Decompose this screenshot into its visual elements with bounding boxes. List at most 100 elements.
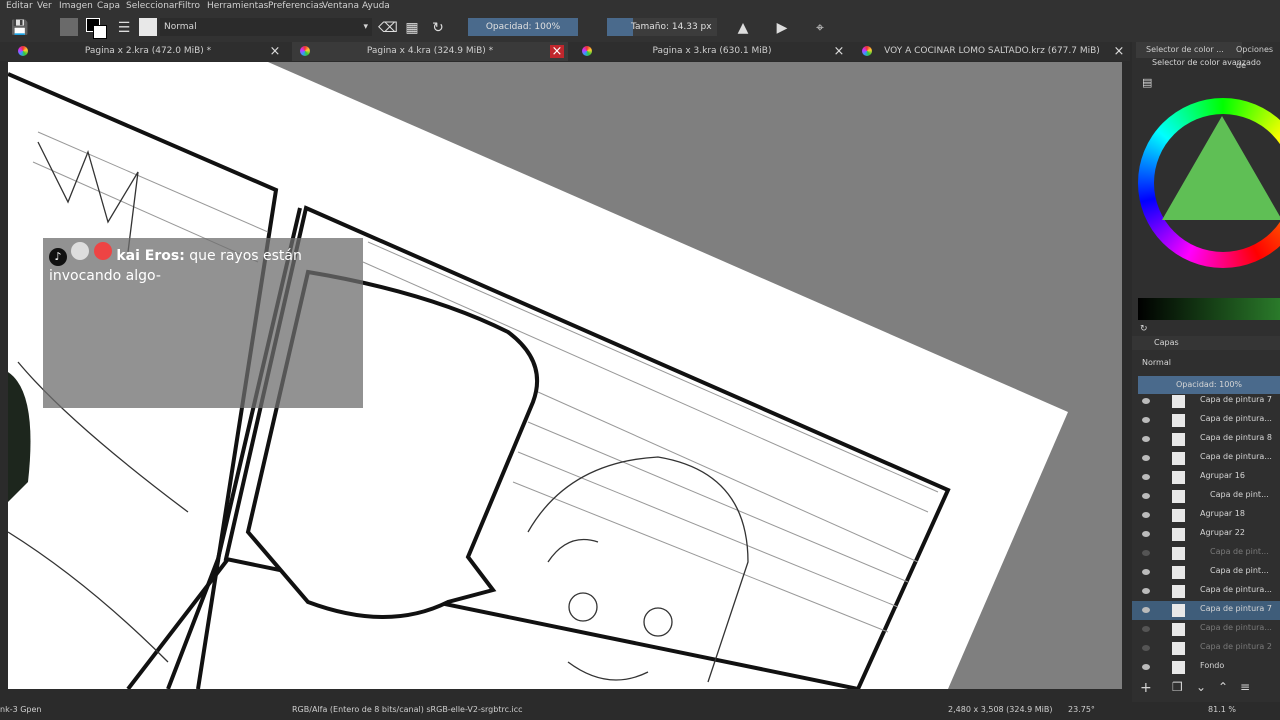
layers-header: Capas — [1132, 336, 1280, 350]
refresh-icon[interactable]: ↻ — [1140, 324, 1148, 334]
layer-thumbnail — [1172, 490, 1185, 503]
eye-icon[interactable] — [1142, 512, 1150, 518]
eye-icon[interactable] — [1142, 550, 1150, 556]
eraser-icon[interactable]: ⌫ — [378, 18, 398, 38]
close-icon[interactable]: × — [268, 42, 282, 61]
menu-preferencias[interactable]: Preferencias — [268, 1, 323, 11]
layer-row[interactable]: Fondo — [1132, 658, 1280, 677]
layer-properties-icon[interactable]: ≡ — [1240, 680, 1250, 694]
layer-thumbnail — [1172, 623, 1185, 636]
color-profile-info: RGB/Alfa (Entero de 8 bits/canal) sRGB-e… — [292, 705, 523, 714]
list-icon[interactable]: ▤ — [1142, 76, 1152, 89]
close-icon[interactable]: × — [550, 45, 564, 58]
reload-preset-icon[interactable]: ↻ — [428, 18, 448, 38]
tab-lomo-saltado[interactable]: VOY A COCINAR LOMO SALTADO.krz (677.7 Mi… — [854, 42, 1130, 61]
layer-row[interactable]: Capa de pintura 7 — [1132, 601, 1280, 620]
layer-row[interactable]: Capa de pintura... — [1132, 449, 1280, 468]
eye-icon[interactable] — [1142, 645, 1150, 651]
layer-row[interactable]: Capa de pint... — [1132, 487, 1280, 506]
menu-herramientas[interactable]: Herramientas — [207, 1, 268, 11]
badge-icon — [93, 242, 112, 260]
menu-editar[interactable]: Editar — [6, 1, 33, 11]
chevron-down-icon: ▾ — [363, 22, 368, 32]
menu-ayuda[interactable]: Ayuda — [362, 1, 390, 11]
mirror-vertical-icon[interactable]: ▶ — [772, 18, 792, 38]
layers-blend-mode[interactable]: Normal — [1142, 358, 1171, 367]
eye-icon[interactable] — [1142, 664, 1150, 670]
eye-icon[interactable] — [1142, 531, 1150, 537]
layer-name: Capa de pintura... — [1200, 414, 1272, 423]
layer-name: Capa de pintura 7 — [1200, 604, 1272, 613]
eye-icon[interactable] — [1142, 493, 1150, 499]
layer-name: Agrupar 22 — [1200, 528, 1245, 537]
blend-mode-select[interactable]: Normal ▾ — [160, 18, 372, 36]
chat-message: ♪ kai Eros: que rayos están invocando al… — [49, 242, 349, 286]
tab-title: VOY A COCINAR LOMO SALTADO.krz (677.7 Mi… — [884, 46, 1100, 56]
save-icon[interactable]: 💾 — [10, 18, 30, 38]
layer-row[interactable]: Capa de pintura 7 — [1132, 392, 1280, 411]
layer-thumbnail — [1172, 528, 1185, 541]
size-slider[interactable]: Tamaño: 14.33 px — [607, 18, 717, 36]
close-icon[interactable]: × — [1112, 42, 1126, 61]
layer-row[interactable]: Agrupar 18 — [1132, 506, 1280, 525]
alpha-lock-icon[interactable]: ▦ — [402, 18, 422, 38]
close-icon[interactable]: × — [832, 42, 846, 61]
menu-imagen[interactable]: Imagen — [59, 1, 93, 11]
layer-row[interactable]: Capa de pint... — [1132, 544, 1280, 563]
eye-icon[interactable] — [1142, 436, 1150, 442]
layer-row[interactable]: Capa de pintura... — [1132, 411, 1280, 430]
toolbar: 💾 ☰ Normal ▾ ⌫ ▦ ↻ Opacidad: 100% Tamaño… — [0, 14, 1280, 42]
layer-row[interactable]: Capa de pintura... — [1132, 582, 1280, 601]
brush-name: nk-3 Gpen — [0, 705, 42, 714]
fg-bg-color-icon[interactable] — [86, 18, 107, 39]
layer-row[interactable]: Agrupar 16 — [1132, 468, 1280, 487]
tab-color-selector[interactable]: Selector de color ... — [1136, 42, 1242, 58]
color-triangle[interactable] — [1162, 116, 1280, 220]
move-down-icon[interactable]: ⌄ — [1196, 680, 1206, 694]
tab-pagina-4[interactable]: Pagina x 4.kra (324.9 MiB) * × — [292, 42, 568, 61]
eye-icon[interactable] — [1142, 474, 1150, 480]
tab-pagina-2[interactable]: Pagina x 2.kra (472.0 MiB) * × — [10, 42, 286, 61]
tab-options[interactable]: Opciones de — [1236, 42, 1280, 70]
layer-thumbnail — [1172, 509, 1185, 522]
eye-icon[interactable] — [1142, 398, 1150, 404]
layer-name: Capa de pintura... — [1200, 585, 1272, 594]
eye-icon[interactable] — [1142, 455, 1150, 461]
zoom-value: 81.1 % — [1208, 705, 1236, 714]
crop-icon[interactable]: ⌖ — [810, 18, 830, 38]
eye-icon[interactable] — [1142, 417, 1150, 423]
foreground-color-swatch[interactable] — [60, 18, 78, 36]
layer-row[interactable]: Capa de pintura 2 — [1132, 639, 1280, 658]
opacity-slider[interactable]: Opacidad: 100% — [468, 18, 578, 36]
menu-seleccionar[interactable]: Seleccionar — [126, 1, 178, 11]
menu-capa[interactable]: Capa — [97, 1, 120, 11]
brush-presets-icon[interactable]: ☰ — [114, 18, 134, 38]
duplicate-layer-icon[interactable]: ❒ — [1172, 680, 1183, 694]
layer-row[interactable]: Agrupar 22 — [1132, 525, 1280, 544]
layer-row[interactable]: Capa de pint... — [1132, 563, 1280, 582]
chat-overlay: ♪ kai Eros: que rayos están invocando al… — [43, 238, 363, 408]
eye-icon[interactable] — [1142, 626, 1150, 632]
menu-ventana[interactable]: Ventana — [322, 1, 359, 11]
move-up-icon[interactable]: ⌃ — [1218, 680, 1228, 694]
layer-thumbnail — [1172, 471, 1185, 484]
menu-ver[interactable]: Ver — [37, 1, 52, 11]
menu-filtro[interactable]: Filtro — [178, 1, 200, 11]
layer-row[interactable]: Capa de pintura 8 — [1132, 430, 1280, 449]
mirror-horizontal-icon[interactable]: ▲ — [733, 18, 753, 38]
brush-preview-icon[interactable] — [139, 18, 157, 36]
color-selector-title: Selector de color avanzado — [1152, 58, 1261, 67]
eye-icon[interactable] — [1142, 588, 1150, 594]
color-history-bar[interactable] — [1138, 298, 1280, 320]
add-layer-icon[interactable]: + — [1140, 680, 1152, 696]
layer-thumbnail — [1172, 433, 1185, 446]
avatar — [71, 242, 90, 260]
image-dimensions: 2,480 x 3,508 (324.9 MiB) — [948, 705, 1053, 714]
eye-icon[interactable] — [1142, 569, 1150, 575]
opacity-label: Opacidad: 100% — [485, 22, 561, 32]
eye-icon[interactable] — [1142, 607, 1150, 613]
tab-pagina-3[interactable]: Pagina x 3.kra (630.1 MiB) × — [574, 42, 850, 61]
layer-name: Capa de pint... — [1210, 490, 1269, 499]
layer-row[interactable]: Capa de pintura... — [1132, 620, 1280, 639]
chat-username: kai Eros: — [116, 248, 185, 264]
